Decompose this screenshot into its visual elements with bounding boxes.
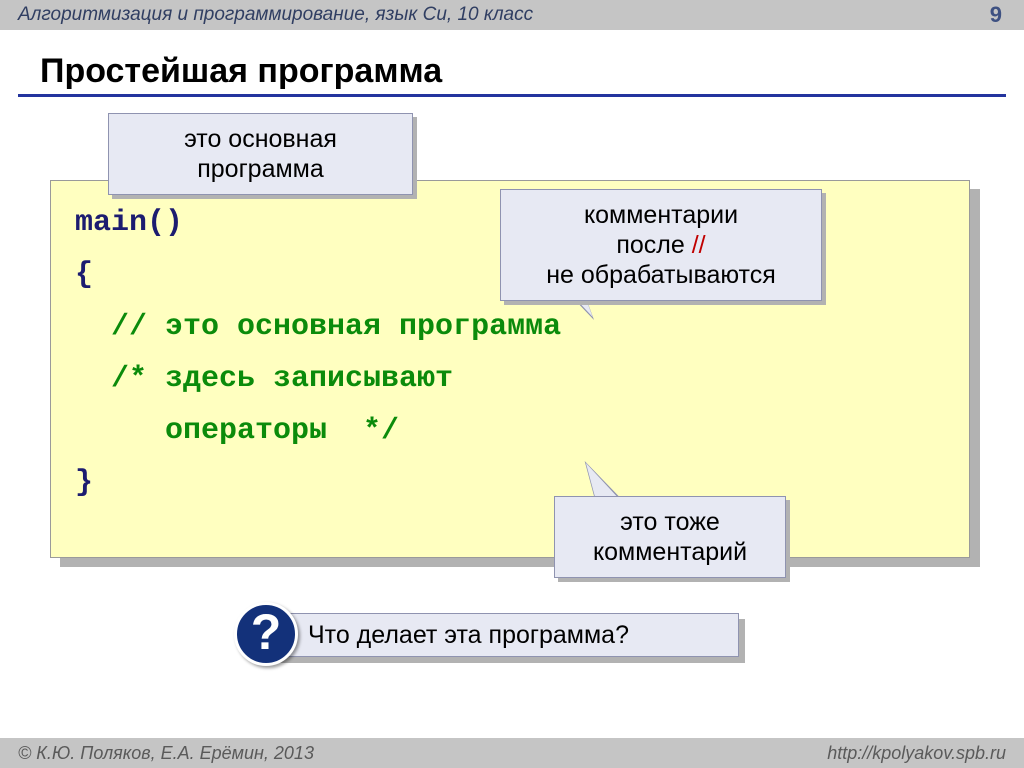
page-title: Простейшая программа xyxy=(40,52,442,91)
header-title: Алгоритмизация и программирование, язык … xyxy=(18,4,533,26)
callout-text: это тоже xyxy=(573,507,767,537)
code-line-6: } xyxy=(75,457,945,509)
question-text: Что делает эта программа? xyxy=(308,621,629,650)
callout-main-program: это основная программа xyxy=(108,113,413,195)
callout-text: не обрабатываются xyxy=(519,260,803,290)
callout-text: это основная программа xyxy=(184,125,337,183)
footer-url: http://kpolyakov.spb.ru xyxy=(827,743,1006,764)
code-line-3: // это основная программа xyxy=(75,301,945,353)
question-box: Что делает эта программа? xyxy=(271,613,739,657)
page-number: 9 xyxy=(990,2,1002,28)
header-bar: Алгоритмизация и программирование, язык … xyxy=(0,0,1024,30)
callout-also-comment: это тоже комментарий xyxy=(554,496,786,578)
callout-text: после // xyxy=(519,230,803,260)
code-line-4: /* здесь записывают xyxy=(75,353,945,405)
title-underline xyxy=(18,94,1006,97)
question-mark: ? xyxy=(251,607,282,657)
callout-text: комментарий xyxy=(573,537,767,567)
callout-text: комментарии xyxy=(519,200,803,230)
slash-token: // xyxy=(692,231,706,259)
code-line-5: операторы */ xyxy=(75,405,945,457)
callout-comments-slash: комментарии после // не обрабатываются xyxy=(500,189,822,301)
question-badge-icon: ? xyxy=(234,602,298,666)
footer-copyright: © К.Ю. Поляков, Е.А. Ерёмин, 2013 xyxy=(18,743,314,764)
footer-bar: © К.Ю. Поляков, Е.А. Ерёмин, 2013 http:/… xyxy=(0,738,1024,768)
slide: Алгоритмизация и программирование, язык … xyxy=(0,0,1024,768)
